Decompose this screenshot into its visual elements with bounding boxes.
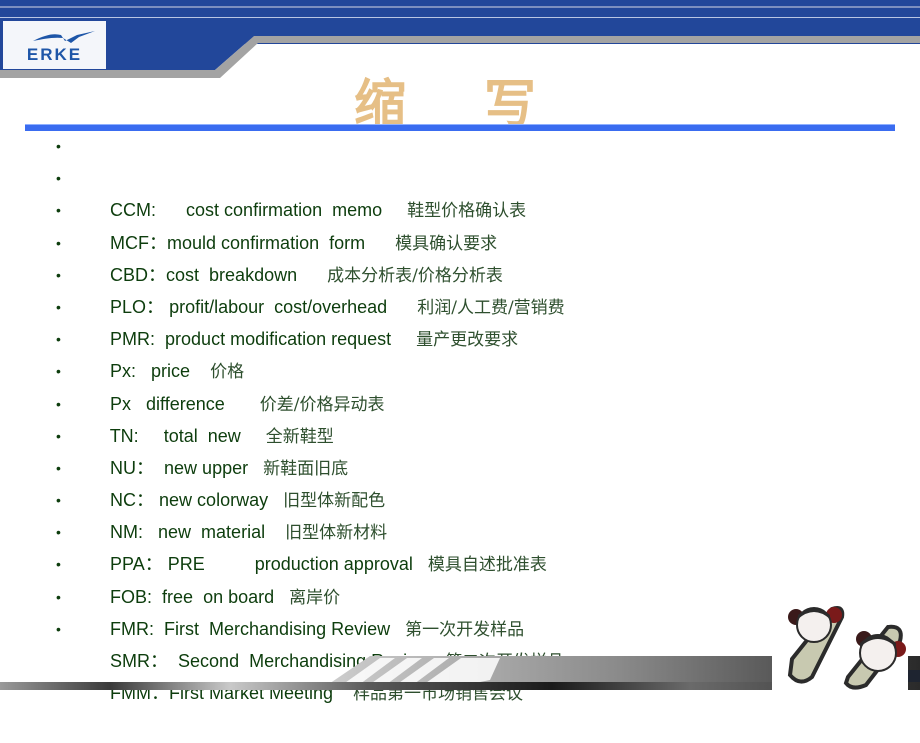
list-item: • CBD：cost breakdown 成本分析表/价格分析表 [56, 194, 565, 285]
bullet: • [56, 298, 61, 315]
list-item: • NU： new upper 新鞋面旧底 [56, 388, 565, 479]
list-item: • PLO： profit/labour cost/overhead 利润/人工… [56, 227, 565, 318]
bullet: • [56, 620, 61, 637]
abbreviation: SMR： [110, 651, 169, 672]
logo-swoosh-icon [33, 31, 95, 43]
bullet: • [56, 234, 61, 251]
list-item: • Px difference 价差/价格异动表 [56, 323, 565, 414]
list-item: • FOB: free on board 离岸价 [56, 516, 565, 607]
list-item: • MCF：mould confirmation form 模具确认要求 [56, 162, 565, 253]
list-item: • SMR： Second Merchandising Review 第二次开发… [56, 581, 565, 672]
bullet: • [56, 138, 61, 154]
list-item: • NC： new colorway 旧型体新配色 [56, 420, 565, 511]
bullet: • [56, 170, 61, 187]
list-item: • FMR: First Merchandising Review 第一次开发样… [56, 548, 565, 639]
list-item: • NM: new material 旧型体新材料 [56, 452, 565, 543]
bullet: • [56, 459, 61, 476]
list-item: • PMR: product modification request 量产更改… [56, 259, 565, 350]
bullet: • [56, 588, 61, 605]
bullet: • [56, 202, 61, 219]
bullet: • [56, 427, 61, 444]
slippers-image [787, 606, 906, 690]
abbreviation-list: • CCM: cost confirmation memo 鞋型价格确认表 • … [56, 130, 565, 704]
bullet: • [56, 492, 61, 509]
bullet: • [56, 556, 61, 573]
bullet: • [56, 266, 61, 283]
slippers-photo [772, 597, 908, 690]
bullet: • [56, 331, 61, 348]
list-item: • Px: price 价格 [56, 291, 565, 382]
list-item: • PPA： PRE production approval 模具自述批准表 [56, 484, 565, 575]
list-item: • TN: total new 全新鞋型 [56, 355, 565, 446]
bullet: • [56, 395, 61, 412]
bullet: • [56, 363, 61, 380]
list-item: • CCM: cost confirmation memo 鞋型价格确认表 [56, 130, 565, 221]
bullet: • [56, 524, 61, 541]
